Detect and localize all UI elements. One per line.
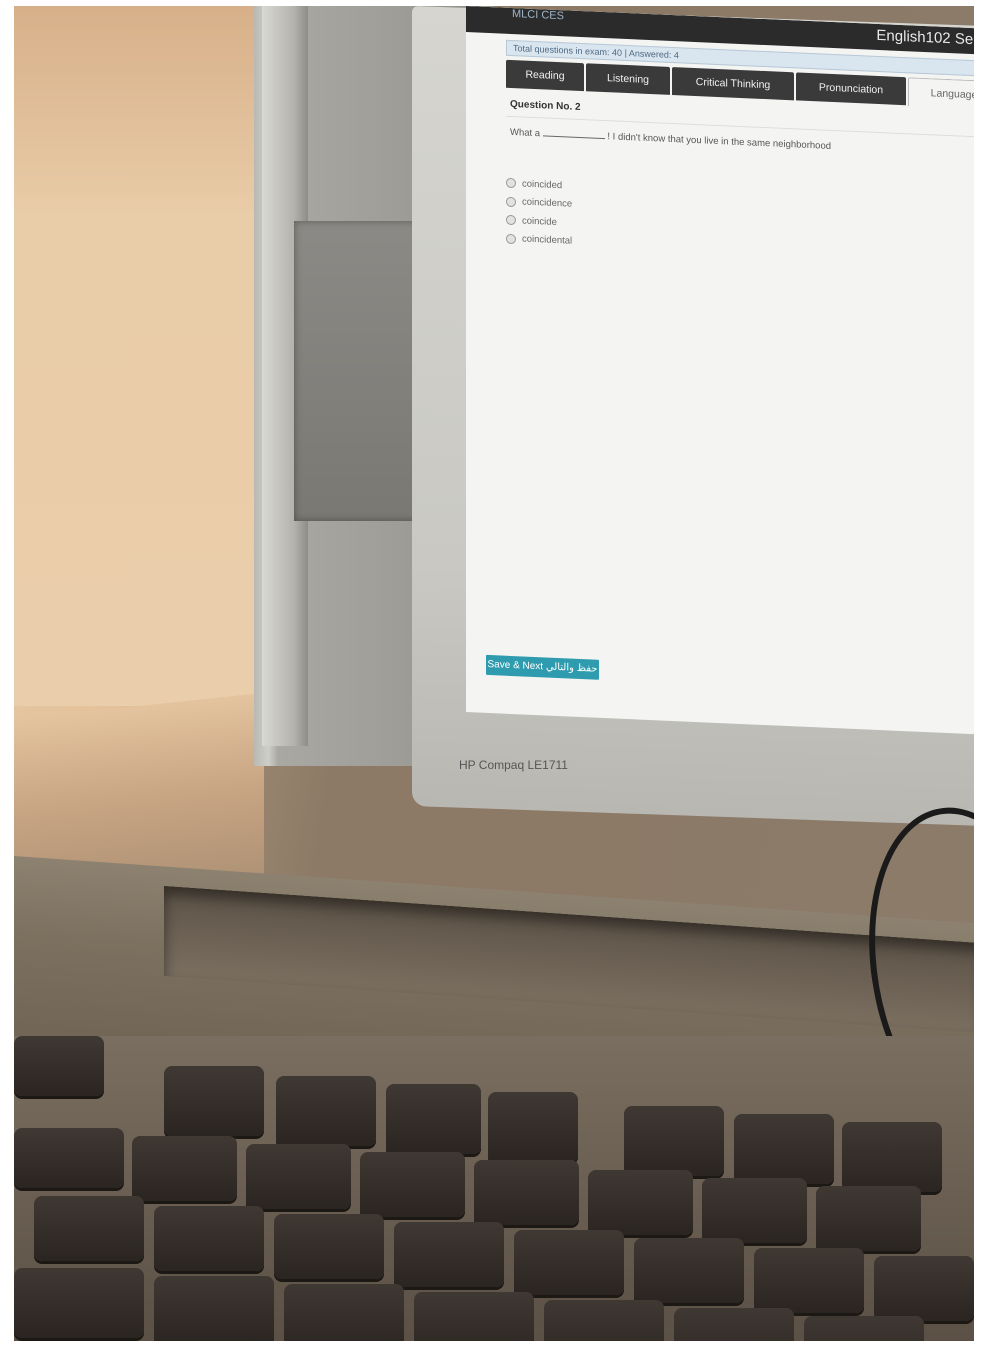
app-title: English102 Sem2 bbox=[876, 26, 974, 50]
key-row2 bbox=[34, 1196, 144, 1261]
option-label: coincidental bbox=[522, 233, 573, 247]
key-row1 bbox=[246, 1144, 351, 1209]
key-row3 bbox=[414, 1292, 534, 1341]
key-row3 bbox=[804, 1316, 924, 1341]
save-next-button[interactable]: Save & Next حفظ والتالي bbox=[486, 654, 599, 680]
key-f3 bbox=[386, 1084, 481, 1154]
key-row1 bbox=[588, 1170, 693, 1235]
key-row2 bbox=[394, 1222, 504, 1287]
key-row1 bbox=[132, 1136, 237, 1201]
key-row1 bbox=[702, 1178, 807, 1243]
key-row2 bbox=[754, 1248, 864, 1313]
key-f5 bbox=[624, 1106, 724, 1176]
question-text-start: What a bbox=[510, 126, 541, 140]
radio-button[interactable] bbox=[506, 177, 516, 189]
wall bbox=[14, 6, 274, 706]
option-row[interactable]: coincidental bbox=[506, 229, 572, 250]
tab-language[interactable]: Language bbox=[908, 77, 974, 111]
key-f2 bbox=[276, 1076, 376, 1146]
key-row2 bbox=[274, 1214, 384, 1279]
tab-critical-thinking[interactable]: Critical Thinking bbox=[672, 66, 794, 101]
tab-listening[interactable]: Listening bbox=[586, 63, 670, 95]
radio-button[interactable] bbox=[506, 196, 516, 207]
question-text: What a ! I didn't know that you live in … bbox=[510, 126, 831, 152]
photo-scene: HP Compaq LE1711 MLCI CES English102 Sem… bbox=[14, 6, 974, 1341]
exam-screen: MLCI CES English102 Sem2 Total questions… bbox=[466, 6, 974, 736]
radio-button[interactable] bbox=[506, 214, 516, 226]
key-row1 bbox=[474, 1160, 579, 1225]
key-row3 bbox=[284, 1284, 404, 1341]
key-row2 bbox=[634, 1238, 744, 1303]
tab-reading[interactable]: Reading bbox=[506, 59, 584, 92]
key-row3 bbox=[674, 1308, 794, 1341]
key-row3 bbox=[154, 1276, 274, 1341]
key-f1 bbox=[164, 1066, 264, 1136]
option-label: coincidence bbox=[522, 196, 573, 210]
key-f7 bbox=[842, 1122, 942, 1192]
key-row2 bbox=[874, 1256, 974, 1321]
option-label: coincide bbox=[522, 215, 557, 228]
option-label: coincided bbox=[522, 178, 563, 191]
app-logo: MLCI CES bbox=[512, 8, 564, 23]
radio-button[interactable] bbox=[506, 233, 516, 244]
key-row2 bbox=[154, 1206, 264, 1271]
key-row1 bbox=[816, 1186, 921, 1251]
key-row1 bbox=[14, 1128, 124, 1188]
tab-pronunciation[interactable]: Pronunciation bbox=[796, 72, 906, 106]
monitor-brand: HP Compaq LE1711 bbox=[459, 758, 568, 772]
keyboard bbox=[14, 1036, 974, 1341]
key-row1 bbox=[360, 1152, 465, 1217]
key-f6 bbox=[734, 1114, 834, 1184]
key-row3 bbox=[544, 1300, 664, 1341]
key-row3 bbox=[14, 1268, 144, 1338]
question-blank bbox=[542, 127, 605, 140]
key-f4 bbox=[488, 1092, 578, 1162]
question-text-end: ! I didn't know that you live in the sam… bbox=[607, 131, 832, 152]
answer-options: coincided coincidence coincide coinciden… bbox=[506, 174, 572, 251]
key-row2 bbox=[514, 1230, 624, 1295]
key-esc bbox=[14, 1036, 104, 1096]
